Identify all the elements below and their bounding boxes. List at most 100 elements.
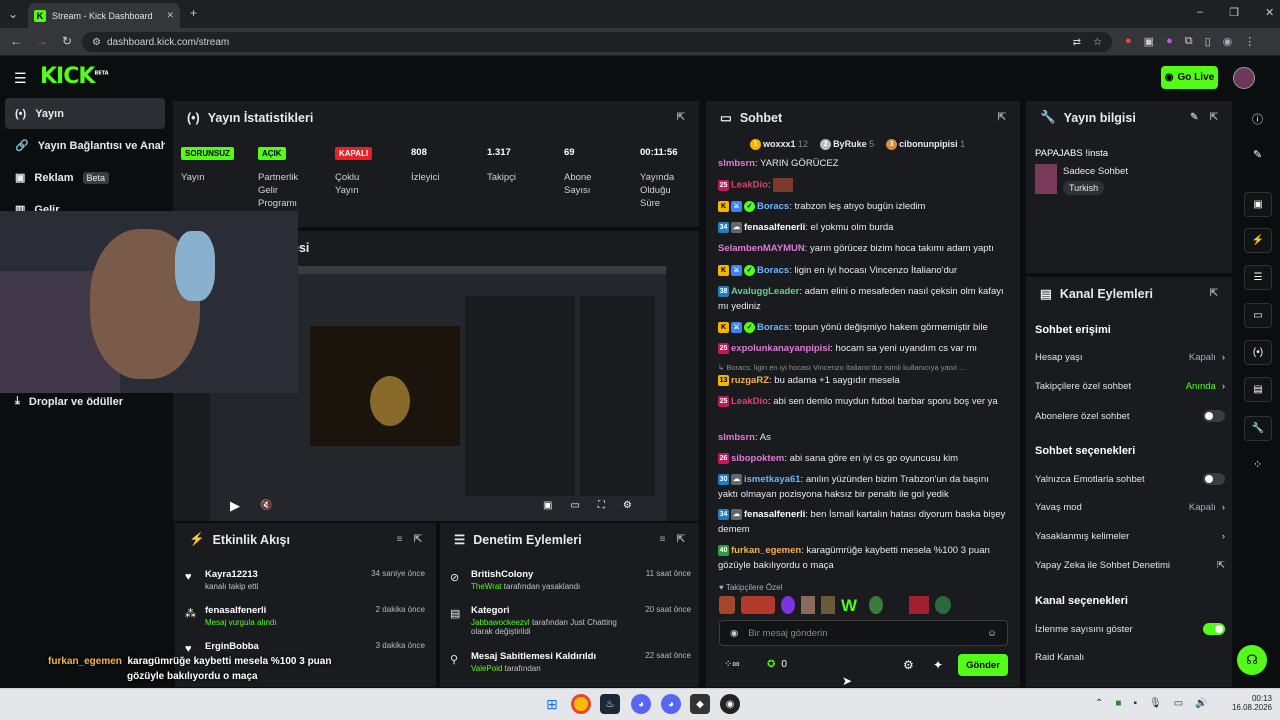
- reload-icon[interactable]: ↻: [62, 34, 72, 48]
- sidebar-item-stream[interactable]: (•) Yayın: [5, 98, 165, 129]
- emote-picker-icon[interactable]: ◉: [730, 628, 738, 639]
- chat-message[interactable]: K ⚔ ✓ Boracs: trabzon leş atıyo bugün izled…: [718, 200, 1008, 215]
- subscribers-only-toggle[interactable]: [1203, 410, 1225, 422]
- chat-message[interactable]: 25 LeakDio:: [718, 178, 1008, 193]
- rail-broadcast-button[interactable]: (•): [1244, 340, 1272, 365]
- windows-start-icon[interactable]: ⊞: [542, 694, 562, 714]
- chat-message[interactable]: 38 AvaluggLeader: adam elini o mesafeden …: [718, 285, 1008, 314]
- emote-bar[interactable]: W: [719, 596, 1009, 615]
- emote[interactable]: [781, 596, 795, 614]
- filter-icon[interactable]: ≡ ⇱: [660, 534, 685, 545]
- settings-icon[interactable]: ⚙: [903, 658, 914, 672]
- smiley-icon[interactable]: ☺: [987, 628, 997, 639]
- discord-icon[interactable]: ◕: [631, 694, 651, 714]
- site-info-icon[interactable]: ⚙: [92, 37, 101, 48]
- address-bar[interactable]: ⚙ dashboard.kick.com/stream ⇄ ☆: [82, 32, 1112, 52]
- go-live-button[interactable]: ◉ Go Live: [1161, 66, 1218, 89]
- filter-icon[interactable]: ≡ ⇱: [397, 534, 422, 545]
- emote[interactable]: [869, 596, 883, 614]
- extension-red-icon[interactable]: ●: [1125, 35, 1132, 48]
- rail-wrench-button[interactable]: 🔧: [1244, 416, 1272, 441]
- ai-moderation-row[interactable]: Yapay Zeka ile Sohbet Denetimi ⇱: [1035, 560, 1225, 571]
- chat-message[interactable]: slmbsrn: As: [718, 431, 1008, 446]
- banned-words-row[interactable]: Yasaklanmış kelimeler ›: [1035, 531, 1225, 542]
- show-viewcount-toggle[interactable]: [1203, 623, 1225, 635]
- fullscreen-icon[interactable]: ⛶: [598, 500, 605, 511]
- rail-screen-button[interactable]: ▣: [1244, 192, 1272, 217]
- pip-icon[interactable]: ▣: [543, 500, 552, 511]
- window-close-icon[interactable]: ✕: [1265, 6, 1274, 19]
- send-button[interactable]: Gönder: [958, 654, 1008, 676]
- rail-chat-button[interactable]: ▭: [1244, 303, 1272, 328]
- tray-app-icon[interactable]: ▪: [1133, 698, 1137, 709]
- forward-icon[interactable]: →: [36, 34, 48, 48]
- slow-mode-row[interactable]: Yavaş mod Kapalı ›: [1035, 502, 1225, 513]
- rail-extra-icon[interactable]: ⁘: [1253, 458, 1262, 471]
- chat-message[interactable]: 34 ☁ fenasalfenerli: ben İsmail kartalın h…: [718, 508, 1008, 537]
- browser-menu-icon[interactable]: ⋮: [1244, 35, 1255, 48]
- chat-message[interactable]: K ⚔ ✓ Boracs: ligin en iyi hocası Vincenzo …: [718, 264, 1008, 279]
- bot-icon[interactable]: ✦: [933, 658, 943, 672]
- account-age-row[interactable]: Hesap yaşı Kapalı ›: [1035, 352, 1225, 363]
- chat-message[interactable]: 34 ☁ fenasalfenerli: el yokmu olm burda: [718, 221, 1008, 236]
- obs-icon[interactable]: ◉: [720, 694, 740, 714]
- chat-message[interactable]: K ⚔ ✓ Boracs: topun yönü değişmiyo hakem gö…: [718, 321, 1008, 336]
- support-button[interactable]: ☊: [1237, 645, 1267, 675]
- emote[interactable]: [909, 596, 929, 614]
- extension-purple-icon[interactable]: ●: [1166, 35, 1173, 48]
- chat-input[interactable]: ◉ Bir mesaj gönderin ☺: [719, 620, 1008, 646]
- browser-tab[interactable]: K Stream - Kick Dashboard ✕: [28, 3, 180, 28]
- info-icon[interactable]: ⓘ: [1252, 111, 1263, 127]
- tray-chevron-icon[interactable]: ⌃: [1095, 698, 1103, 709]
- sidepanel-icon[interactable]: ▯: [1205, 35, 1211, 48]
- popout-icon[interactable]: ⇱: [1210, 288, 1218, 299]
- chat-message[interactable]: SelambenMAYMUN: yarın görücez bizim hoca…: [718, 242, 1008, 257]
- play-icon[interactable]: ▶: [230, 498, 240, 514]
- emote[interactable]: [801, 596, 815, 614]
- emote[interactable]: [935, 596, 951, 614]
- hamburger-menu-icon[interactable]: ☰: [14, 70, 27, 87]
- edit-icon[interactable]: ✎ ⇱: [1190, 112, 1218, 123]
- system-tray[interactable]: ⌃ ■ ▪ 🎙 ▭ 🔊: [1095, 698, 1208, 709]
- tab-close-icon[interactable]: ✕: [166, 10, 174, 21]
- network-icon[interactable]: ▭: [1174, 698, 1183, 709]
- emote[interactable]: [889, 596, 903, 614]
- chat-message[interactable]: 25 LeakDio: abi sen demlo muydun futbol b…: [718, 395, 1008, 410]
- raid-channel-row[interactable]: Raid Kanalı: [1035, 652, 1225, 663]
- minimize-icon[interactable]: –: [1197, 6, 1203, 19]
- chat-message[interactable]: 25 expolunkanayanpipisi: hocam sa yeni uy…: [718, 342, 1008, 357]
- bookmark-star-icon[interactable]: ☆: [1093, 37, 1102, 48]
- emote-only-toggle[interactable]: [1203, 473, 1225, 485]
- clock[interactable]: 00:13 16.08.2026: [1222, 694, 1272, 712]
- kicks-counter[interactable]: ✪ 0: [767, 659, 787, 670]
- emote[interactable]: W: [841, 596, 863, 615]
- chrome-icon[interactable]: [571, 694, 591, 714]
- app-shield-icon[interactable]: ◆: [690, 694, 710, 714]
- mic-icon[interactable]: 🎙: [1149, 698, 1162, 709]
- infinity-icon[interactable]: ⁘∞: [724, 659, 740, 670]
- profile-icon[interactable]: ◉: [1223, 35, 1233, 48]
- mute-icon[interactable]: 🔇: [260, 500, 272, 511]
- theater-icon[interactable]: ▭: [570, 500, 579, 511]
- volume-icon[interactable]: 🔊: [1195, 698, 1207, 709]
- translate-icon[interactable]: ⇄: [1073, 37, 1081, 48]
- pencil-icon[interactable]: ✎: [1253, 148, 1262, 161]
- rail-bolt-button[interactable]: ⚡: [1244, 228, 1272, 253]
- popout-icon[interactable]: ⇱: [998, 112, 1006, 123]
- chat-message[interactable]: 13 ruzgaRZ: bu adama +1 saygıdır mesela: [718, 374, 1008, 389]
- avatar[interactable]: [1233, 67, 1255, 89]
- rail-channel-button[interactable]: ▤: [1244, 377, 1272, 402]
- sidebar-item-ads[interactable]: ▣ Reklam Beta: [5, 162, 165, 193]
- maximize-icon[interactable]: ❐: [1229, 6, 1239, 19]
- chat-message[interactable]: 26 sibopoktem: abi sana göre en iyi cs go…: [718, 452, 1008, 467]
- emote[interactable]: [719, 596, 735, 614]
- kick-logo[interactable]: KICKBETA: [40, 64, 109, 89]
- tab-search-icon[interactable]: ⌄: [8, 7, 18, 21]
- chat-message[interactable]: slmbsrn: YARIN GÖRÜCEZ: [718, 157, 1008, 172]
- settings-icon[interactable]: ⚙: [623, 500, 632, 511]
- sidebar-item-stream-key[interactable]: 🔗Yayın Bağlantısı ve Anahtar: [5, 130, 165, 161]
- popout-icon[interactable]: ⇱: [677, 112, 685, 123]
- new-tab-icon[interactable]: +: [190, 6, 197, 20]
- discord-icon[interactable]: ◕: [661, 694, 681, 714]
- extension-icon[interactable]: ▣: [1144, 35, 1154, 48]
